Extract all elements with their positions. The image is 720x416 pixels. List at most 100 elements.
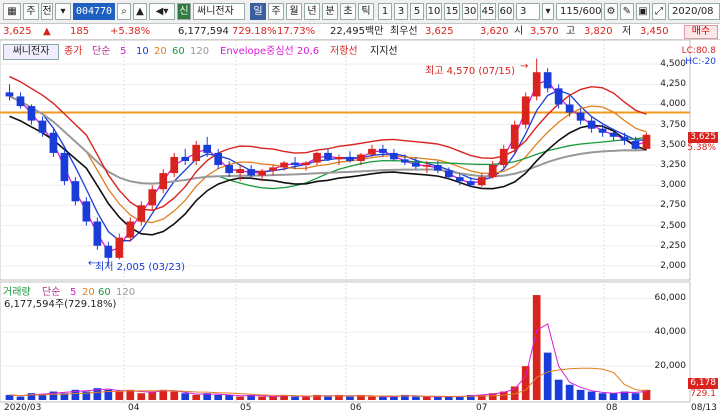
- speaker-icon[interactable]: ◀▾: [149, 3, 175, 20]
- interval-1-button[interactable]: 1: [378, 3, 392, 20]
- price-tick-label: 3,250: [660, 160, 686, 171]
- interval-10-button[interactable]: 10: [426, 3, 442, 20]
- stock-code-input[interactable]: 004770: [73, 3, 115, 20]
- multiplier-input[interactable]: 3: [516, 3, 540, 20]
- menu-button[interactable]: 전: [41, 3, 53, 20]
- candle-body: [488, 165, 497, 178]
- volume-bar: [115, 391, 124, 400]
- candle-body: [5, 92, 14, 97]
- page-counter[interactable]: 115/600: [556, 3, 602, 20]
- candle-body: [642, 134, 651, 149]
- multiplier-dropdown-icon[interactable]: ▾: [542, 3, 554, 20]
- candle-body: [16, 96, 25, 107]
- candle-body: [532, 72, 541, 97]
- date-field[interactable]: 2020/08: [668, 3, 720, 20]
- period-minute-button[interactable]: 분: [322, 3, 338, 20]
- period-year-button[interactable]: 년: [304, 3, 320, 20]
- quote-bar: 3,625 ▲ 185 +5.38% 6,177,594 729.18% 17.…: [0, 24, 720, 40]
- candle-body: [137, 205, 146, 222]
- magnifier-icon[interactable]: ⌕: [117, 3, 131, 20]
- volume-ratio: 729.18%: [232, 26, 277, 37]
- candle-body: [115, 237, 124, 258]
- draw-icon[interactable]: ✎: [620, 3, 634, 20]
- vol-ma60-label: 60: [98, 287, 111, 298]
- candle-body: [335, 156, 343, 160]
- volume-bar: [236, 396, 244, 400]
- chart-settings-icon[interactable]: ⚙: [604, 3, 618, 20]
- ma120-line: [9, 95, 647, 185]
- x-label-end: 08/13: [691, 403, 717, 413]
- volume-ma-label: 단순: [42, 287, 61, 298]
- period-day-button[interactable]: 일: [250, 3, 266, 20]
- resistance-label: 저항선: [330, 46, 358, 57]
- price-tick-label: 2,000: [660, 260, 686, 271]
- volume-tick-label: 40,000: [654, 327, 687, 338]
- volume-bar: [433, 396, 442, 400]
- open-label: 시: [514, 26, 524, 37]
- envelope-upper-line: [9, 75, 647, 211]
- change-percent: +5.38%: [110, 26, 151, 37]
- candle-body: [181, 156, 190, 161]
- period-second-button[interactable]: 초: [340, 3, 356, 20]
- volume-readout: 6,177,594주(729.18%): [4, 299, 117, 310]
- candle-body: [609, 132, 618, 137]
- best-bid-label: 최우선: [390, 26, 418, 37]
- volume-bar: [258, 396, 266, 400]
- interval-45-button[interactable]: 45: [480, 3, 496, 20]
- interval-15-button[interactable]: 15: [444, 3, 460, 20]
- candle-body: [192, 144, 201, 161]
- buy-button[interactable]: 매수: [684, 25, 718, 39]
- best-bid-value: 3,620: [480, 26, 509, 37]
- last-change-tag: 5.38%: [687, 143, 716, 153]
- vol-ma20-label: 20: [82, 287, 95, 298]
- candle-body: [313, 152, 321, 163]
- candle-body: [346, 156, 354, 161]
- stock-chart[interactable]: →←: [0, 40, 720, 416]
- fullscreen-icon[interactable]: ⤢: [652, 3, 666, 20]
- stock-name-tag: 써니전자: [3, 44, 59, 60]
- last-price-tag: 3,625: [688, 132, 718, 143]
- support-label: 지지선: [370, 46, 398, 57]
- price-tick-label: 4,500: [660, 59, 686, 70]
- period-week-button[interactable]: 주: [268, 3, 284, 20]
- x-label-jul: 07: [476, 403, 488, 413]
- candle-body: [38, 120, 47, 133]
- period-tick-button[interactable]: 틱: [358, 3, 374, 20]
- volume-bar: [137, 393, 146, 400]
- volume-bar: [609, 393, 618, 400]
- volume-value: 6,177,594: [178, 26, 229, 37]
- low-label: 저: [622, 26, 632, 37]
- save-icon[interactable]: ▣: [636, 3, 650, 20]
- candle-body: [477, 177, 486, 186]
- candle-body: [126, 221, 135, 238]
- market-type-select[interactable]: 주: [23, 3, 39, 20]
- ma20-label: 20: [154, 46, 167, 57]
- step-up-button[interactable]: ▲: [133, 3, 147, 20]
- candle-body: [631, 140, 640, 149]
- ma5-label: 5: [120, 46, 127, 57]
- change-value: 185: [70, 26, 90, 37]
- interval-60-button[interactable]: 60: [498, 3, 514, 20]
- candle-body: [357, 154, 365, 161]
- period-month-button[interactable]: 월: [286, 3, 302, 20]
- candle-body: [291, 162, 299, 166]
- candle-body: [368, 148, 376, 155]
- candle-body: [269, 167, 277, 171]
- candle-body: [148, 189, 157, 206]
- menu-dropdown-icon[interactable]: ▾: [55, 3, 71, 20]
- interval-30-button[interactable]: 30: [462, 3, 478, 20]
- interval-5-button[interactable]: 5: [410, 3, 424, 20]
- stock-name-field[interactable]: 써니전자: [193, 3, 245, 20]
- volume-bar: [16, 396, 25, 400]
- candle-body: [521, 96, 530, 125]
- current-price: 3,625: [3, 26, 32, 37]
- volume-bar: [532, 295, 541, 400]
- candle-body: [225, 165, 233, 174]
- x-label-mar: 2020/03: [4, 403, 42, 413]
- candle-body: [203, 144, 212, 153]
- interval-3-button[interactable]: 3: [394, 3, 408, 20]
- candle-body: [620, 136, 629, 141]
- volume-bar: [324, 396, 332, 400]
- candle-body: [170, 156, 179, 174]
- grid-icon[interactable]: ▦: [3, 3, 21, 20]
